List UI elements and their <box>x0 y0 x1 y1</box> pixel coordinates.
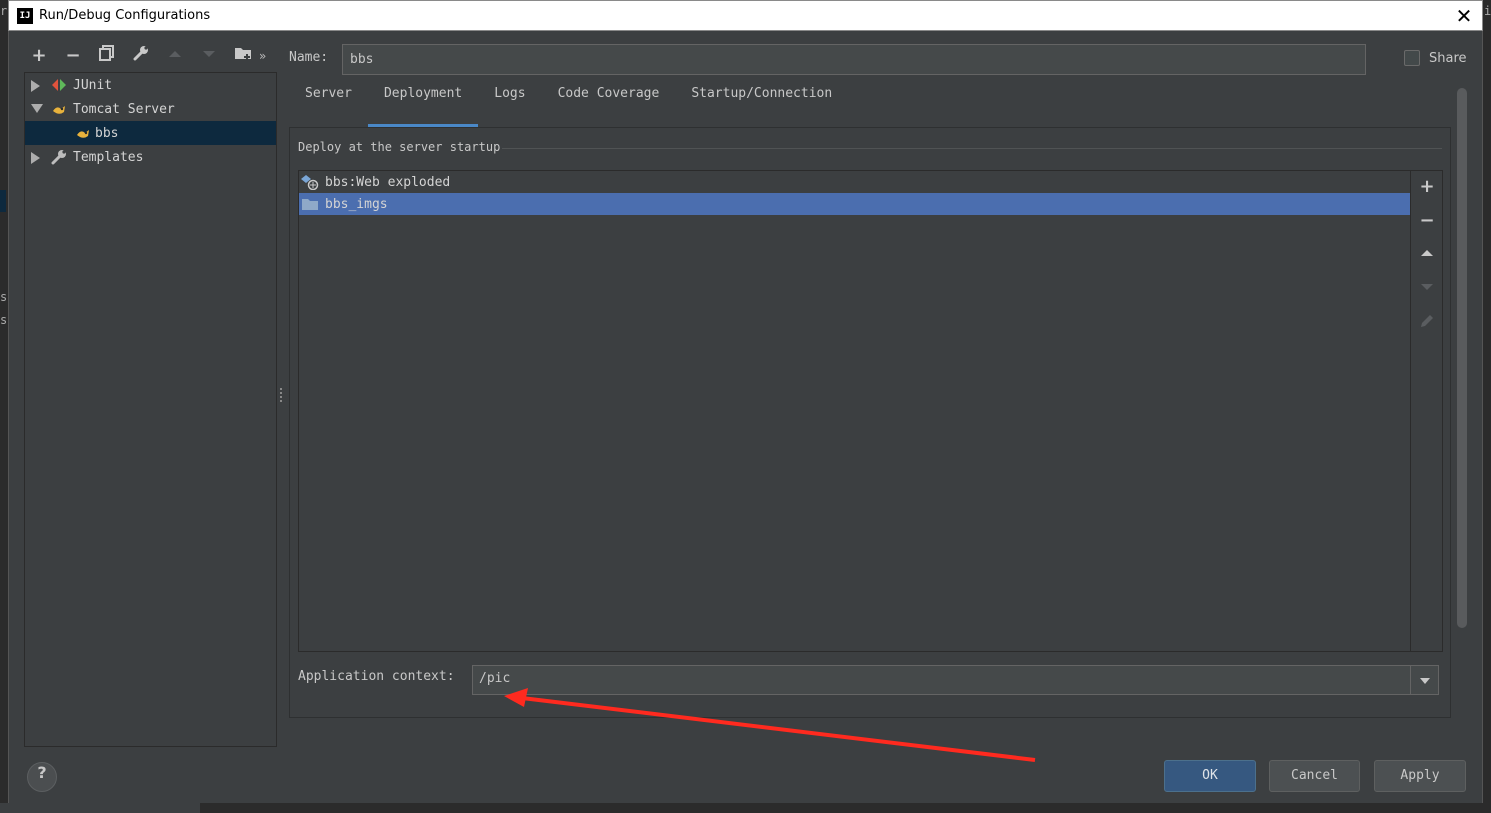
annotation-arrow <box>504 688 1036 762</box>
